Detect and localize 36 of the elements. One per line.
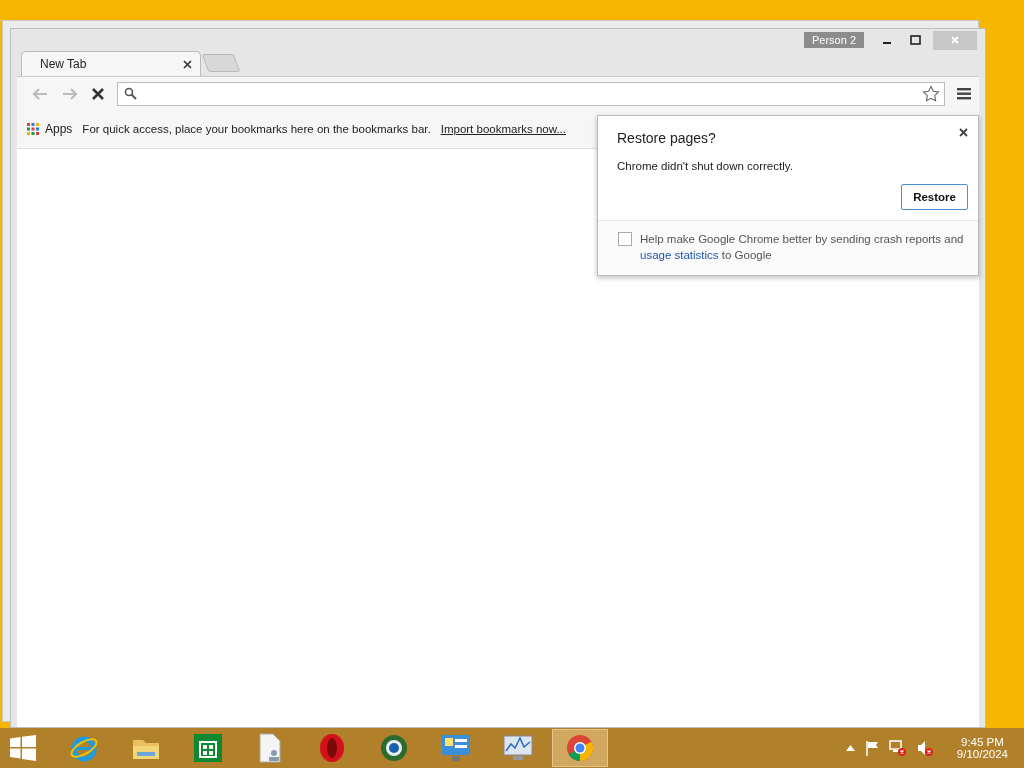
performance-monitor-icon [503,733,533,763]
document-icon [257,733,283,763]
speaker-muted-icon[interactable] [916,740,933,756]
import-link[interactable]: Import bookmarks now... [440,123,566,135]
apps-shortcut[interactable]: Apps [27,122,73,136]
windows-logo-icon[interactable] [10,735,36,761]
close-icon[interactable] [959,128,968,137]
caret-icon[interactable] [845,745,855,751]
bubble-message: Chrome didn't shut down correctly. [617,160,794,172]
address-field[interactable] [117,81,945,106]
checkbox[interactable] [618,232,632,246]
stop-icon[interactable] [91,86,105,101]
close-icon[interactable] [183,59,192,69]
tab[interactable]: New Tab [21,51,201,76]
restore-button[interactable]: Restore [901,184,968,210]
usage-statistics-link[interactable]: usage statistics [640,249,719,261]
network-error-icon[interactable] [888,740,907,756]
taskbar-button[interactable] [552,729,608,767]
clock-date[interactable]: 9/10/2024 [956,748,1008,760]
bubble-title: Restore pages? [617,130,716,146]
menu-icon[interactable] [957,87,971,100]
star-icon[interactable] [922,84,940,103]
forward-icon[interactable] [61,86,79,101]
bookmarks-hint: For quick access, place your bookmarks here on the bookmarks bar. [82,123,431,135]
search-icon [124,87,137,100]
opera-icon [318,733,346,763]
clock-time[interactable]: 9:45 PM [961,736,1004,748]
globe-icon [379,733,409,763]
control-panel-icon [441,733,471,763]
back-icon[interactable] [31,86,49,101]
maximize-icon[interactable] [910,35,921,45]
store-icon [194,734,222,762]
crash-report-label: Help make Google Chrome better by sending crash reports and usage statistics to Google [640,232,965,263]
chrome-icon [565,733,595,763]
grid-icon [27,123,39,135]
flag-icon[interactable] [864,740,879,756]
